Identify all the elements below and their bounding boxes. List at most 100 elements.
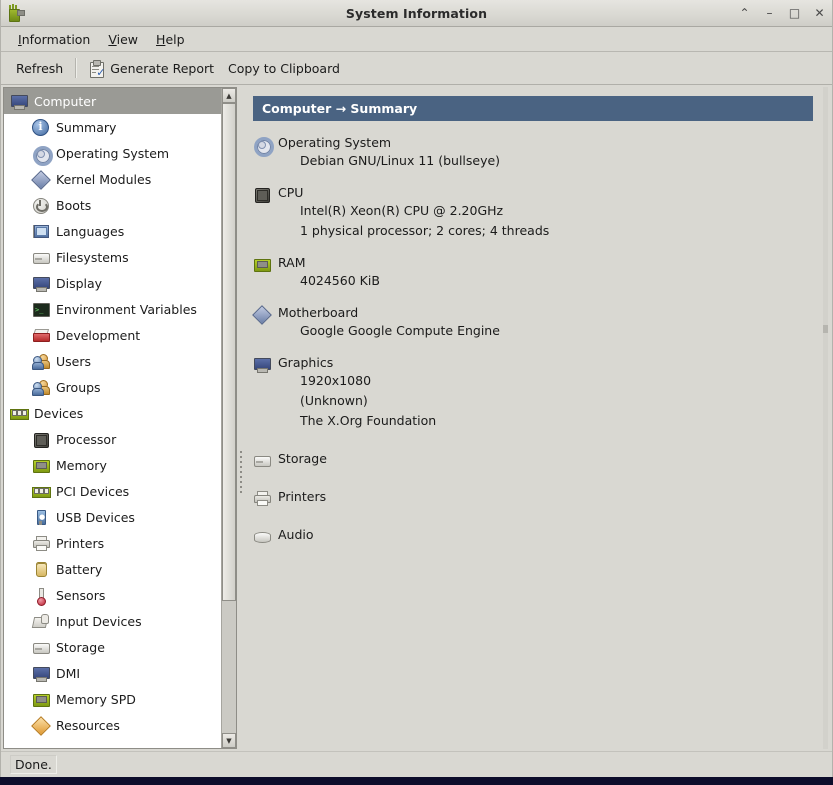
menu-view[interactable]: View — [99, 29, 147, 50]
sidebar-item-resources[interactable]: Resources — [4, 712, 221, 738]
content-scrollbar[interactable] — [821, 87, 830, 749]
sidebar-group-label: Computer — [34, 93, 97, 109]
sidebar-scrollbar[interactable]: ▲ ▼ — [221, 88, 236, 748]
sidebar-item-label: Boots — [56, 197, 92, 213]
summary-section-value: 4024560 KiB — [300, 273, 380, 288]
sidebar-item-groups[interactable]: Groups — [4, 374, 221, 400]
menu-help[interactable]: Help — [147, 29, 194, 50]
content-panel: Computer → Summary Operating System Debia… — [245, 87, 830, 749]
power-icon — [32, 197, 49, 214]
sidebar-item-label: Battery — [56, 561, 103, 577]
sidebar-group-computer[interactable]: Computer — [4, 88, 221, 114]
ram-icon — [32, 457, 50, 474]
sidebar-group-label: Devices — [34, 405, 84, 421]
sidebar-item-usb-devices[interactable]: ● USB Devices — [4, 504, 221, 530]
sidebar-item-label: Environment Variables — [56, 301, 197, 317]
sidebar-item-memory[interactable]: Memory — [4, 452, 221, 478]
hardinfo-icon — [6, 4, 25, 22]
copy-to-clipboard-button[interactable]: Copy to Clipboard — [221, 57, 347, 80]
summary-section-value: (Unknown) — [300, 393, 368, 408]
menu-information[interactable]: Information — [9, 29, 99, 50]
content-scroll-track[interactable] — [823, 87, 828, 749]
menu-view-label: iew — [116, 31, 139, 47]
summary-section-title: Operating System — [278, 135, 392, 150]
sidebar-item-development[interactable]: Development — [4, 322, 221, 348]
sidebar-item-label: Groups — [56, 379, 101, 395]
sidebar-item-boots[interactable]: Boots — [4, 192, 221, 218]
content-header: Computer → Summary — [253, 96, 813, 121]
sidebar-item-dmi[interactable]: DMI — [4, 660, 221, 686]
navigation-tree[interactable]: Computer i Summary Operating System Kernel M… — [4, 88, 221, 748]
flag-icon — [32, 223, 49, 240]
pci-card-icon — [10, 405, 29, 422]
menu-help-label: elp — [165, 31, 185, 47]
audio-icon — [253, 528, 271, 545]
sidebar-item-memory-spd[interactable]: Memory SPD — [4, 686, 221, 712]
summary-section-value: 1 physical processor; 2 cores; 4 threads — [300, 223, 550, 238]
toolbar-separator — [75, 58, 78, 78]
summary-section-value: Intel(R) Xeon(R) CPU @ 2.20GHz — [300, 203, 504, 218]
sidebar-scroll-thumb[interactable] — [222, 103, 236, 601]
sidebar-item-label: USB Devices — [56, 509, 135, 525]
diamond-icon — [252, 305, 272, 325]
refresh-button-label: Refresh — [16, 60, 64, 76]
toolbar: Refresh ✓ Generate Report Copy to Clipbo… — [1, 52, 832, 85]
sidebar-group-devices[interactable]: Devices — [4, 400, 221, 426]
minimize-button[interactable]: – — [763, 5, 776, 21]
application-window: System Information ⌃ – □ ✕ Information V… — [0, 0, 833, 777]
sidebar-item-label: Development — [56, 327, 141, 343]
sidebar-item-summary[interactable]: i Summary — [4, 114, 221, 140]
summary-section-title: RAM — [278, 255, 306, 270]
sidebar-item-filesystems[interactable]: Filesystems — [4, 244, 221, 270]
toolbox-icon — [32, 327, 50, 344]
summary-content: Computer → Summary Operating System Debia… — [245, 87, 821, 749]
summary-section-value: 1920x1080 — [300, 373, 372, 388]
summary-section-storage: Storage — [253, 451, 821, 469]
sidebar-item-label: DMI — [56, 665, 81, 681]
sidebar-item-display[interactable]: Display — [4, 270, 221, 296]
harddisk-icon — [253, 452, 271, 469]
shade-button[interactable]: ⌃ — [738, 5, 751, 21]
sidebar-item-users[interactable]: Users — [4, 348, 221, 374]
sidebar-item-storage[interactable]: Storage — [4, 634, 221, 660]
summary-sections: Operating System Debian GNU/Linux 11 (bul… — [252, 135, 821, 545]
harddisk-icon — [32, 249, 50, 266]
status-message: Done. — [10, 755, 57, 774]
sidebar-item-languages[interactable]: Languages — [4, 218, 221, 244]
scroll-down-arrow-icon[interactable]: ▼ — [222, 733, 236, 748]
monitor-icon — [32, 275, 50, 292]
main-panes: Computer i Summary Operating System Kernel M… — [1, 85, 832, 751]
sidebar-item-processor[interactable]: Processor — [4, 426, 221, 452]
summary-section-body: Operating System Debian GNU/Linux 11 (bul… — [278, 135, 500, 171]
summary-section-title: Printers — [278, 489, 327, 504]
refresh-button[interactable]: Refresh — [9, 57, 70, 80]
sidebar-item-operating-system[interactable]: Operating System — [4, 140, 221, 166]
sidebar-item-input-devices[interactable]: Input Devices — [4, 608, 221, 634]
close-button[interactable]: ✕ — [813, 5, 826, 21]
sidebar-item-pci-devices[interactable]: PCI Devices — [4, 478, 221, 504]
scroll-up-arrow-icon[interactable]: ▲ — [222, 88, 236, 103]
summary-section-body: CPU Intel(R) Xeon(R) CPU @ 2.20GHz 1 physi… — [278, 185, 549, 241]
harddisk-icon — [32, 639, 50, 656]
sidebar-item-kernel-modules[interactable]: Kernel Modules — [4, 166, 221, 192]
desktop-background — [0, 777, 833, 785]
users-icon — [32, 353, 50, 370]
users-icon — [32, 379, 50, 396]
summary-section-title: Audio — [278, 527, 314, 542]
diamond-icon — [31, 169, 51, 190]
gear-icon — [32, 145, 53, 166]
generate-report-button[interactable]: ✓ Generate Report — [82, 56, 221, 81]
sidebar-item-sensors[interactable]: Sensors — [4, 582, 221, 608]
summary-section-body: Audio — [278, 527, 314, 545]
content-scroll-thumb[interactable] — [823, 325, 828, 334]
sidebar-scroll-track[interactable] — [222, 103, 236, 733]
usb-icon: ● — [32, 509, 49, 526]
window-title: System Information — [345, 5, 488, 21]
maximize-button[interactable]: □ — [788, 5, 801, 21]
pane-splitter[interactable] — [237, 87, 245, 751]
sidebar-item-label: Users — [56, 353, 92, 369]
sidebar-item-printers[interactable]: Printers — [4, 530, 221, 556]
sidebar-item-environment-variables[interactable]: >_ Environment Variables — [4, 296, 221, 322]
sidebar-item-battery[interactable]: Battery — [4, 556, 221, 582]
sidebar-item-label: Summary — [56, 119, 117, 135]
